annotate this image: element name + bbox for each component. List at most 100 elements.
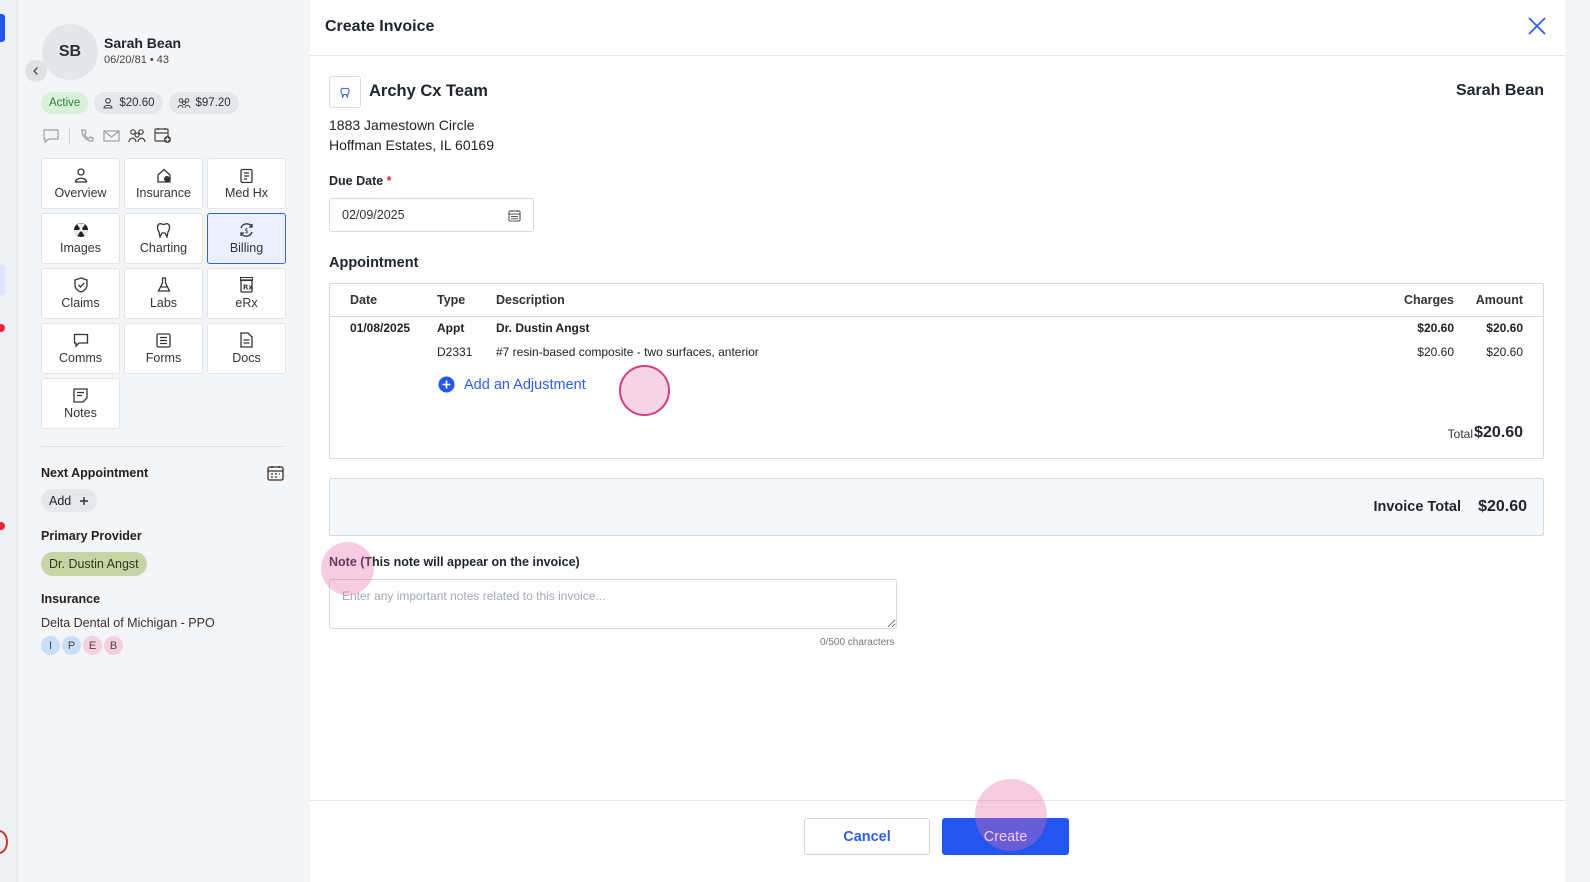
tile-labs[interactable]: Labs	[124, 268, 203, 319]
chat-icon	[73, 333, 88, 348]
invoice-total-box: Invoice Total $20.60	[329, 478, 1544, 536]
modal-footer: Cancel Create	[310, 800, 1565, 882]
contact-actions	[42, 127, 172, 144]
tooth-icon	[340, 87, 350, 98]
table-row: D2331 #7 resin-based composite - two sur…	[330, 345, 1543, 365]
tile-notes[interactable]: Notes	[41, 378, 120, 429]
add-adjustment-button[interactable]: Add an Adjustment	[438, 376, 586, 393]
patient-chips: Active $20.60 $97.20	[41, 92, 239, 114]
tile-docs[interactable]: Docs	[207, 323, 286, 374]
notification-dot	[0, 324, 5, 332]
tile-comms[interactable]: Comms	[41, 323, 120, 374]
house-dollar-icon	[156, 168, 171, 183]
form-icon	[156, 332, 171, 348]
table-total-label: Total	[1447, 427, 1473, 441]
tooth-icon	[156, 223, 171, 238]
cancel-button[interactable]: Cancel	[804, 818, 930, 855]
patient-name[interactable]: Sarah Bean	[104, 35, 181, 51]
flask-icon	[156, 277, 171, 292]
clinic-logo	[329, 76, 361, 108]
next-appointment-label: Next Appointment	[41, 466, 149, 480]
column-header-type: Type	[437, 293, 466, 307]
mail-icon[interactable]	[103, 129, 120, 143]
modal-title: Create Invoice	[325, 18, 435, 35]
primary-provider-pill[interactable]: Dr. Dustin Angst	[41, 552, 147, 576]
column-header-amount: Amount	[1475, 293, 1523, 307]
row-amount: $20.60	[1486, 345, 1523, 359]
patient-dob-age: 06/20/81 • 43	[104, 54, 170, 66]
note-textarea[interactable]	[329, 579, 897, 629]
tile-billing[interactable]: $ Billing	[207, 213, 286, 264]
shield-check-icon	[73, 277, 88, 293]
row-description: Dr. Dustin Angst	[496, 321, 590, 335]
family-icon[interactable]	[128, 128, 146, 144]
insurance-label: Insurance	[41, 592, 101, 606]
tile-images[interactable]: Images	[41, 213, 120, 264]
insurance-name[interactable]: Delta Dental of Michigan - PPO	[41, 616, 215, 630]
patient-balance-chip[interactable]: $20.60	[94, 92, 163, 114]
power-icon[interactable]	[0, 830, 8, 854]
tile-claims[interactable]: Claims	[41, 268, 120, 319]
document-icon	[240, 332, 253, 348]
row-description: #7 resin-based composite - two surfaces,…	[496, 345, 759, 359]
nav-indicator	[0, 14, 5, 42]
note-icon	[73, 387, 88, 403]
tile-overview[interactable]: Overview	[41, 158, 120, 209]
insurance-badges: I P E B	[41, 636, 123, 655]
billing-refresh-icon: $	[240, 223, 253, 237]
column-header-description: Description	[496, 293, 565, 307]
table-row: 01/08/2025 Appt Dr. Dustin Angst $20.60 …	[330, 321, 1543, 341]
row-charges: $20.60	[1417, 345, 1454, 359]
insurance-badge[interactable]: I	[41, 636, 60, 655]
appointment-table: Date Type Description Charges Amount 01/…	[329, 283, 1544, 459]
tile-med-hx[interactable]: Med Hx	[207, 158, 286, 209]
status-badge: Active	[41, 92, 89, 114]
phone-icon[interactable]	[79, 128, 95, 144]
tile-forms[interactable]: Forms	[124, 323, 203, 374]
family-balance-chip[interactable]: $97.20	[168, 92, 239, 114]
due-date-label: Due Date *	[329, 174, 392, 188]
plus-circle-icon	[438, 376, 455, 393]
family-icon	[177, 98, 191, 109]
row-date: 01/08/2025	[350, 321, 411, 335]
patient-panel: SB Sarah Bean 06/20/81 • 43 Active $20.6…	[18, 0, 310, 882]
rx-icon: Rx	[240, 277, 253, 293]
plus-icon	[80, 496, 89, 505]
tile-insurance[interactable]: Insurance	[124, 158, 203, 209]
insurance-badge[interactable]: E	[83, 636, 102, 655]
person-icon	[103, 97, 113, 109]
tile-erx[interactable]: Rx eRx	[207, 268, 286, 319]
clipboard-icon	[240, 168, 253, 183]
row-type: Appt	[437, 321, 465, 335]
table-total-value: $20.60	[1474, 424, 1523, 441]
calendar-icon[interactable]	[267, 465, 284, 486]
radiation-icon	[73, 223, 88, 237]
avatar[interactable]: SB	[42, 24, 98, 80]
person-icon	[74, 167, 87, 183]
calendar-add-icon[interactable]	[154, 127, 172, 144]
svg-text:$: $	[244, 227, 248, 235]
table-header: Date Type Description Charges Amount	[330, 284, 1543, 317]
insurance-badge[interactable]: B	[104, 636, 123, 655]
divider	[41, 446, 285, 447]
row-charges: $20.60	[1417, 321, 1454, 335]
invoice-total-label: Invoice Total	[1373, 499, 1461, 515]
chat-icon[interactable]	[42, 128, 60, 144]
invoice-total-value: $20.60	[1478, 498, 1527, 515]
address-line-2: Hoffman Estates, IL 60169	[329, 137, 494, 153]
modal-header: Create Invoice	[310, 0, 1565, 56]
invoice-patient-name: Sarah Bean	[1455, 82, 1544, 99]
calendar-icon[interactable]	[508, 209, 521, 222]
create-button[interactable]: Create	[942, 818, 1069, 855]
divider	[69, 127, 70, 144]
due-date-input[interactable]: 02/09/2025	[329, 198, 534, 232]
note-label: Note (This note will appear on the invoi…	[329, 555, 580, 569]
appointment-heading: Appointment	[329, 255, 419, 271]
primary-provider-label: Primary Provider	[41, 529, 142, 543]
add-appointment-button[interactable]: Add	[41, 489, 98, 512]
clinic-name: Archy Cx Team	[369, 82, 488, 100]
svg-text:Rx: Rx	[243, 284, 253, 292]
close-button[interactable]	[1527, 16, 1547, 41]
insurance-badge[interactable]: P	[62, 636, 81, 655]
tile-charting[interactable]: Charting	[124, 213, 203, 264]
